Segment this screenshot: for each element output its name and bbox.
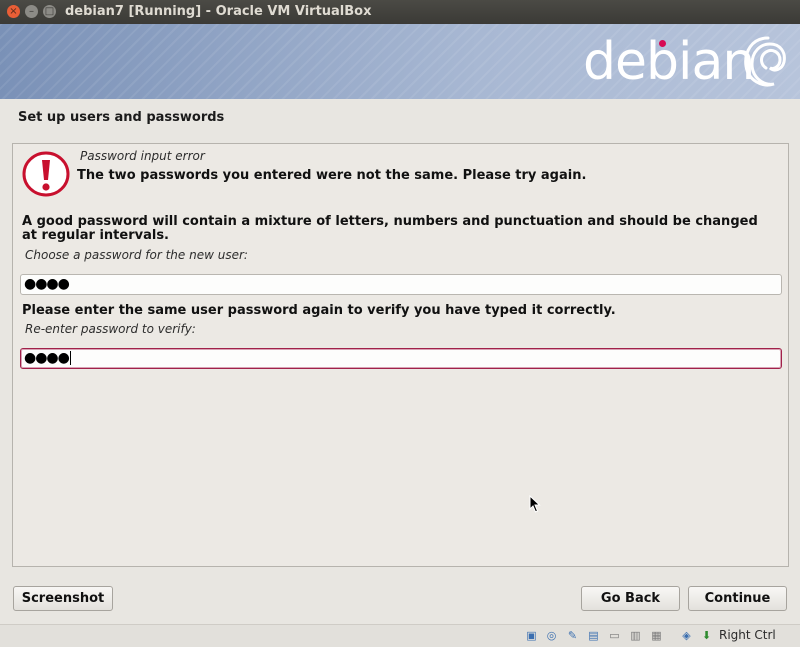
close-window-button[interactable]: × [7, 5, 20, 18]
error-warning-icon [22, 151, 70, 197]
debian-swirl-icon [744, 36, 786, 87]
password-label: Choose a password for the new user: [25, 248, 248, 262]
debian-logo-dot [659, 40, 666, 47]
error-title: Password input error [80, 149, 205, 163]
window-titlebar[interactable]: × – □ debian7 [Running] - Oracle VM Virt… [0, 0, 800, 24]
password-description: A good password will contain a mixture o… [22, 214, 758, 243]
debian-banner: debian [0, 24, 800, 99]
verify-password-value: ●●●● [24, 350, 70, 366]
optical-drive-icon[interactable]: ◎ [545, 629, 558, 642]
video-capture-icon[interactable]: ▦ [650, 629, 663, 642]
screenshot-button[interactable]: Screenshot [13, 586, 113, 611]
display-icon[interactable]: ▥ [629, 629, 642, 642]
minimize-window-button[interactable]: – [25, 5, 38, 18]
continue-button[interactable]: Continue [688, 586, 787, 611]
keyboard-capture-icon[interactable]: ⬇ [700, 629, 713, 642]
password-value: ●●●● [24, 276, 70, 292]
host-key-label: Right Ctrl [719, 628, 776, 642]
verify-label: Re-enter password to verify: [25, 322, 196, 336]
page-title: Set up users and passwords [18, 110, 225, 125]
vm-statusbar: ▣ ◎ ✎ ▤ ▭ ▥ ▦ ◈ ⬇ Right Ctrl [0, 624, 800, 647]
text-caret [69, 351, 71, 365]
go-back-button[interactable]: Go Back [581, 586, 680, 611]
password-input[interactable]: ●●●● [20, 274, 782, 295]
mouse-pointer-icon [529, 495, 541, 513]
window-title: debian7 [Running] - Oracle VM VirtualBox [65, 4, 372, 19]
network-icon[interactable]: ▤ [587, 629, 600, 642]
mouse-integration-icon[interactable]: ◈ [680, 629, 693, 642]
maximize-window-button[interactable]: □ [43, 5, 56, 18]
debian-logo-text: debian [583, 32, 755, 92]
usb-icon[interactable]: ✎ [566, 629, 579, 642]
verify-prompt: Please enter the same user password agai… [22, 303, 616, 318]
error-message: The two passwords you entered were not t… [77, 168, 587, 183]
hard-disk-icon[interactable]: ▣ [525, 629, 538, 642]
verify-password-input[interactable]: ●●●● [20, 348, 782, 369]
shared-folders-icon[interactable]: ▭ [608, 629, 621, 642]
